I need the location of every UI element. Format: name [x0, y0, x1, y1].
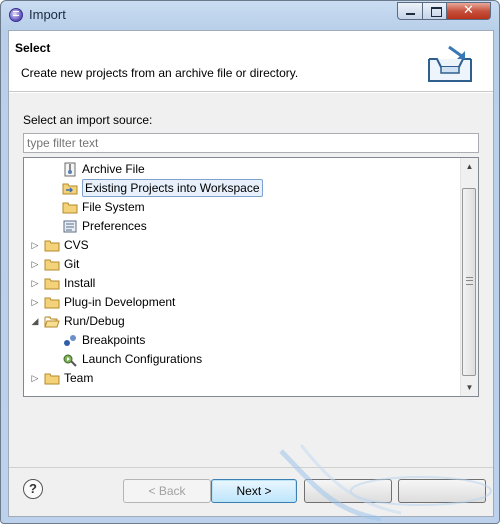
import-source-tree[interactable]: Archive File Existing Projects into Works…	[23, 157, 479, 397]
minimize-button[interactable]	[397, 2, 423, 20]
collapse-arrow-icon[interactable]: ◢	[30, 316, 40, 326]
expand-arrow-icon[interactable]: ▷	[30, 259, 40, 269]
finish-button[interactable]	[304, 479, 392, 503]
import-source-label: Select an import source:	[23, 113, 153, 127]
folder-icon	[44, 371, 60, 386]
launch-configurations-icon	[62, 352, 78, 367]
tree-item[interactable]: Breakpoints	[24, 331, 462, 350]
tree-item-label: Breakpoints	[82, 333, 146, 347]
tree-item[interactable]: ◢ Run/Debug	[24, 312, 462, 331]
import-dialog: Import ✕ Select Create new projects from…	[0, 0, 500, 524]
tree-item[interactable]: File System	[24, 198, 462, 217]
archive-file-icon	[62, 162, 78, 177]
scrollbar-thumb[interactable]	[462, 188, 476, 376]
back-button[interactable]: < Back	[123, 479, 211, 503]
folder-icon	[44, 238, 60, 253]
folder-icon	[62, 200, 78, 215]
tree-item-label: Team	[64, 371, 94, 385]
filter-input[interactable]	[23, 133, 479, 153]
tree-item-label: Existing Projects into Workspace	[82, 179, 263, 197]
scroll-down-icon[interactable]: ▼	[461, 379, 478, 396]
import-wizard-icon	[428, 45, 472, 82]
header-separator	[9, 92, 493, 93]
maximize-button[interactable]	[422, 2, 447, 20]
close-button[interactable]: ✕	[446, 2, 491, 20]
existing-projects-icon	[62, 181, 78, 196]
tree-item-label: Install	[64, 276, 96, 290]
vertical-scrollbar[interactable]: ▲ ▼	[460, 158, 478, 396]
tree-item[interactable]: ▷ Plug-in Development	[24, 293, 462, 312]
expand-arrow-icon[interactable]: ▷	[30, 240, 40, 250]
tree-item-label: Preferences	[82, 219, 147, 233]
folder-open-icon	[44, 314, 60, 329]
tree-item[interactable]: ▷ Install	[24, 274, 462, 293]
tree-item-label: File System	[82, 200, 145, 214]
tree-item[interactable]: Archive File	[24, 160, 462, 179]
tree-item[interactable]: Preferences	[24, 217, 462, 236]
footer-separator	[9, 467, 493, 468]
tree-item-label: Launch Configurations	[82, 352, 203, 366]
help-icon[interactable]: ?	[23, 479, 43, 499]
close-icon: ✕	[463, 3, 474, 18]
minimize-icon	[406, 13, 415, 15]
tree-item[interactable]: ▷ Team	[24, 369, 462, 388]
tree-item-label: Plug-in Development	[64, 295, 176, 309]
page-description: Create new projects from an archive file…	[21, 66, 299, 80]
eclipse-logo-icon	[9, 8, 23, 22]
scroll-up-icon[interactable]: ▲	[461, 158, 478, 175]
dialog-body: Select Create new projects from an archi…	[8, 30, 494, 517]
tree-item-label: CVS	[64, 238, 89, 252]
expand-arrow-icon[interactable]: ▷	[30, 278, 40, 288]
breakpoints-icon	[62, 333, 78, 348]
window-title: Import	[29, 7, 66, 22]
preferences-icon	[62, 219, 78, 234]
tree-item[interactable]: Existing Projects into Workspace	[24, 179, 462, 198]
folder-icon	[44, 295, 60, 310]
tree-item[interactable]: ▷ CVS	[24, 236, 462, 255]
cancel-button[interactable]	[398, 479, 486, 503]
tree-item-label: Archive File	[82, 162, 145, 176]
tree-item[interactable]: ▷ Git	[24, 255, 462, 274]
wizard-header: Select Create new projects from an archi…	[9, 31, 493, 92]
tree-item[interactable]: Launch Configurations	[24, 350, 462, 369]
page-title: Select	[15, 41, 51, 55]
next-button[interactable]: Next >	[211, 479, 297, 503]
maximize-icon	[431, 7, 442, 17]
grip-icon	[466, 277, 473, 285]
folder-icon	[44, 276, 60, 291]
expand-arrow-icon[interactable]: ▷	[30, 373, 40, 383]
tree-item-label: Git	[64, 257, 80, 271]
expand-arrow-icon[interactable]: ▷	[30, 297, 40, 307]
tree-item-label: Run/Debug	[64, 314, 125, 328]
title-bar[interactable]: Import ✕	[1, 1, 499, 29]
folder-icon	[44, 257, 60, 272]
